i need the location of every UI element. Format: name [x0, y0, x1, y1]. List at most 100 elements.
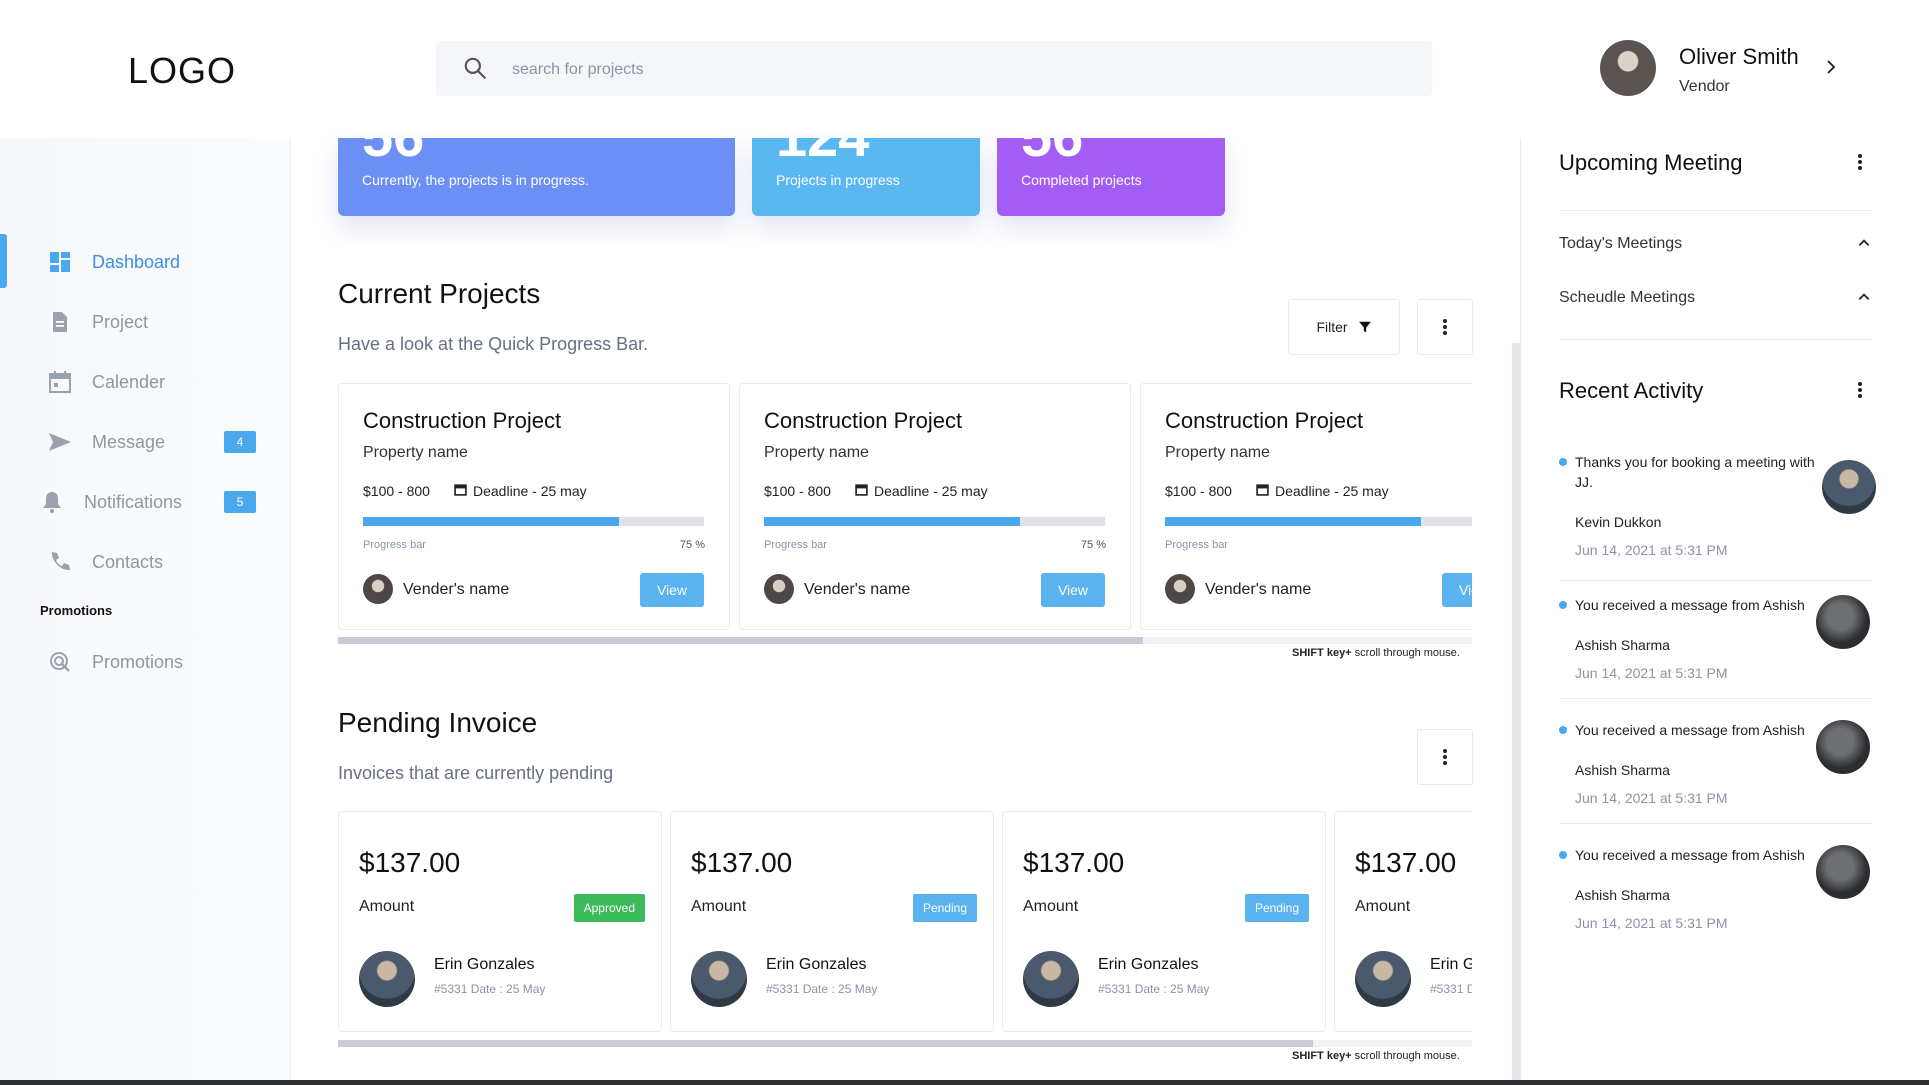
- progress-track: [363, 517, 704, 526]
- stat-number: 56: [1021, 138, 1083, 169]
- amount-label: Amount: [1355, 898, 1411, 915]
- schedule-meetings-toggle[interactable]: Scheudle Meetings: [1559, 289, 1695, 307]
- sidebar-item-project[interactable]: Project: [0, 302, 290, 342]
- window-bottom-edge: [0, 1080, 1929, 1085]
- progress-label: Progress bar: [764, 539, 827, 551]
- invoice-card[interactable]: $137.00 Amount Approved Erin Gonzales #5331 …: [338, 811, 662, 1032]
- main-scrollbar[interactable]: [1512, 343, 1520, 1085]
- sidebar-item-promotions[interactable]: Promotions: [0, 642, 290, 682]
- project-card[interactable]: Construction Project Property name $100 - …: [1140, 383, 1472, 630]
- progress-percent: 75 %: [679, 539, 705, 551]
- filter-button[interactable]: Filter: [1288, 299, 1400, 355]
- projects-scroll-thumb[interactable]: [338, 637, 1144, 644]
- calendar-icon: [49, 371, 71, 393]
- sidebar-item-message[interactable]: Message 4: [0, 422, 290, 462]
- deadline: Deadline - 25 may: [473, 483, 587, 499]
- price-range: $100 - 800: [1165, 483, 1232, 499]
- stat-card-completed[interactable]: 56 Completed projects: [997, 138, 1225, 216]
- vendor-name: Vender's name: [403, 581, 510, 598]
- user-avatar[interactable]: [1600, 40, 1656, 96]
- current-projects-title: Current Projects: [338, 278, 541, 309]
- activity-message: You received a message from Ashish: [1575, 847, 1805, 863]
- invoice-amount: $137.00: [691, 847, 793, 878]
- chevron-right-icon[interactable]: [1822, 58, 1840, 76]
- recent-activity-title: Recent Activity: [1559, 378, 1704, 403]
- kebab-icon[interactable]: [1858, 154, 1862, 170]
- progress-fill: [1165, 517, 1421, 526]
- sidebar-section-heading: Promotions: [40, 603, 113, 618]
- stat-caption: Currently, the projects is in progress.: [362, 172, 589, 188]
- property-name: Property name: [1165, 444, 1270, 461]
- sidebar-item-dashboard[interactable]: Dashboard: [0, 242, 290, 282]
- invoice-reference: #5331 Date : 25 May: [434, 982, 546, 996]
- current-projects-subtitle: Have a look at the Quick Progress Bar.: [338, 334, 649, 354]
- kebab-icon: [1443, 749, 1447, 765]
- invoice-reference: #5331 Date : 25 May: [766, 982, 878, 996]
- stat-card-projects-in-progress[interactable]: 124 Projects in progress: [752, 138, 980, 216]
- project-title: Construction Project: [764, 408, 963, 433]
- logo[interactable]: LOGO: [128, 50, 236, 92]
- stat-card-in-progress[interactable]: 56 Currently, the projects is in progres…: [338, 138, 735, 216]
- search-input[interactable]: [510, 41, 1394, 98]
- project-card[interactable]: Construction Project Property name $100 - …: [739, 383, 1131, 630]
- projects-scrollbar[interactable]: [338, 637, 1472, 644]
- invoice-card[interactable]: $137.00 Amount Pending Erin Gonzales #5331 D…: [1002, 811, 1326, 1032]
- right-panel-divider: [1520, 138, 1521, 1085]
- invoice-card[interactable]: $137.00 Amount Erin Gonzales #5331 Date : 2…: [1334, 811, 1472, 1032]
- chevron-up-icon[interactable]: [1857, 290, 1871, 304]
- pending-invoice-subtitle: Invoices that are currently pending: [338, 763, 614, 783]
- divider: [1559, 580, 1873, 581]
- send-icon: [49, 433, 71, 451]
- divider: [1559, 823, 1873, 824]
- vendor-avatar: [363, 574, 393, 604]
- chevron-up-icon[interactable]: [1857, 236, 1871, 250]
- stat-caption: Completed projects: [1021, 172, 1142, 188]
- project-card[interactable]: Construction Project Property name $100 - …: [338, 383, 730, 630]
- status-badge: Pending: [912, 894, 977, 922]
- project-cards-carousel[interactable]: Construction Project Property name $100 - …: [338, 383, 1472, 630]
- search-bar[interactable]: [436, 41, 1432, 98]
- activity-message: You received a message from Ashish: [1575, 722, 1805, 738]
- filter-label: Filter: [1316, 319, 1348, 335]
- project-title: Construction Project: [363, 408, 562, 433]
- todays-meetings-toggle[interactable]: Today's Meetings: [1559, 235, 1682, 253]
- sidebar-item-label: Promotions: [92, 651, 184, 672]
- activity-dot: [1559, 601, 1567, 609]
- view-button[interactable]: View: [1041, 573, 1105, 607]
- progress-label: Progress bar: [1165, 539, 1228, 551]
- client-avatar: [359, 951, 415, 1007]
- activity-time: Jun 14, 2021 at 5:31 PM: [1575, 915, 1728, 931]
- promotion-icon: [50, 652, 70, 672]
- sidebar-item-contacts[interactable]: Contacts: [0, 542, 290, 582]
- status-badge: Pending: [1244, 894, 1309, 922]
- vendor-name: Vender's name: [804, 581, 911, 598]
- property-name: Property name: [764, 444, 869, 461]
- invoice-cards-carousel[interactable]: $137.00 Amount Approved Erin Gonzales #5331 …: [338, 811, 1472, 1032]
- sidebar-item-calender[interactable]: Calender: [0, 362, 290, 402]
- view-button[interactable]: View: [1442, 573, 1472, 607]
- activity-message: Thanks you for booking a meeting with JJ…: [1575, 454, 1815, 490]
- deadline: Deadline - 25 may: [874, 483, 988, 499]
- activity-dot: [1559, 851, 1567, 859]
- invoice-card[interactable]: $137.00 Amount Pending Erin Gonzales #5331 D…: [670, 811, 994, 1032]
- kebab-icon[interactable]: [1858, 382, 1862, 398]
- invoice-scrollbar[interactable]: [338, 1040, 1472, 1047]
- projects-more-button[interactable]: [1417, 299, 1473, 355]
- activity-user: Ashish Sharma: [1575, 887, 1670, 903]
- sidebar-item-notifications[interactable]: Notifications 5: [0, 482, 290, 522]
- amount-label: Amount: [1023, 898, 1079, 915]
- phone-icon: [51, 552, 70, 571]
- bell-icon: [43, 492, 61, 513]
- vendor-name: Vender's name: [1205, 581, 1312, 598]
- view-button[interactable]: View: [640, 573, 704, 607]
- scroll-hint: SHIFT key+ scroll through mouse.: [1292, 1050, 1460, 1062]
- invoice-more-button[interactable]: [1417, 729, 1473, 785]
- amount-label: Amount: [359, 898, 415, 915]
- message-count-badge: 4: [224, 431, 256, 453]
- invoice-scroll-thumb[interactable]: [338, 1040, 1314, 1047]
- client-name: Erin Gonzales: [434, 956, 535, 973]
- client-avatar: [1023, 951, 1079, 1007]
- scroll-hint: SHIFT key+ scroll through mouse.: [1292, 647, 1460, 659]
- invoice-amount: $137.00: [359, 847, 461, 878]
- progress-track: [764, 517, 1105, 526]
